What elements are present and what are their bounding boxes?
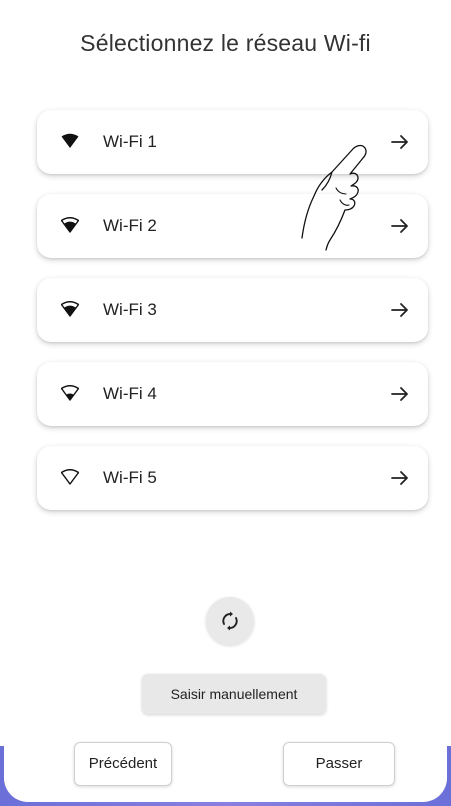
wifi-signal-icon <box>61 385 79 401</box>
wifi-signal-icon <box>61 217 79 233</box>
wifi-item-5[interactable]: Wi-Fi 5 <box>37 446 428 510</box>
arrow-right-icon <box>391 387 408 401</box>
refresh-icon <box>222 611 238 631</box>
wifi-item-label: Wi-Fi 1 <box>103 132 157 151</box>
wifi-item-label: Wi-Fi 3 <box>103 300 157 319</box>
wifi-item-3[interactable]: Wi-Fi 3 <box>37 278 428 342</box>
arrow-right-icon <box>391 135 408 149</box>
wifi-signal-icon <box>61 469 79 485</box>
wifi-list: Wi-Fi 1 Wi-Fi 2 Wi-Fi 3 Wi-Fi 4 Wi-Fi 5 <box>37 110 428 530</box>
wifi-item-label: Wi-Fi 5 <box>103 468 157 487</box>
wifi-signal-icon <box>61 301 79 317</box>
wifi-item-label: Wi-Fi 2 <box>103 216 157 235</box>
wifi-item-label: Wi-Fi 4 <box>103 384 157 403</box>
main-panel: Sélectionnez le réseau Wi-fi Wi-Fi 1 Wi-… <box>4 0 447 802</box>
wifi-signal-icon <box>61 133 79 148</box>
arrow-right-icon <box>391 471 408 485</box>
wifi-item-2[interactable]: Wi-Fi 2 <box>37 194 428 258</box>
wifi-item-1[interactable]: Wi-Fi 1 <box>37 110 428 174</box>
arrow-right-icon <box>391 303 408 317</box>
refresh-button[interactable] <box>206 597 254 645</box>
manual-entry-button[interactable]: Saisir manuellement <box>142 674 326 714</box>
previous-button[interactable]: Précédent <box>74 742 172 786</box>
wifi-selection-screen: Sélectionnez le réseau Wi-fi Wi-Fi 1 Wi-… <box>0 0 451 806</box>
arrow-right-icon <box>391 219 408 233</box>
skip-button[interactable]: Passer <box>283 742 395 786</box>
page-title: Sélectionnez le réseau Wi-fi <box>80 30 371 56</box>
wifi-item-4[interactable]: Wi-Fi 4 <box>37 362 428 426</box>
